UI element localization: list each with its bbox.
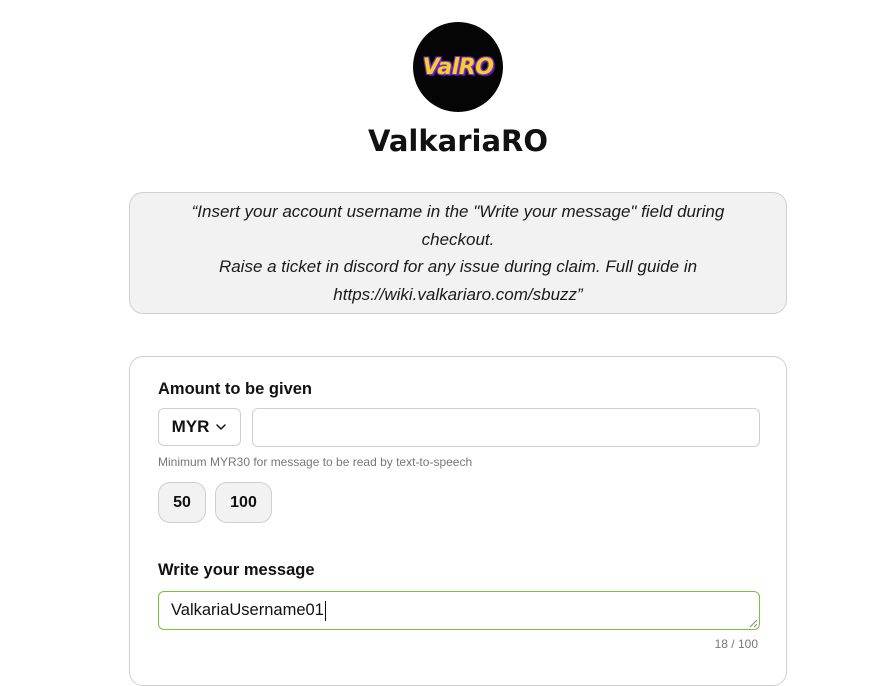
notice-text: “Insert your account username in the "Wr… bbox=[191, 202, 725, 304]
resize-grip-icon[interactable] bbox=[749, 619, 758, 628]
message-char-counter: 18 / 100 bbox=[714, 637, 758, 651]
preset-amount-100[interactable]: 100 bbox=[215, 482, 272, 523]
page-title: ValkariaRO bbox=[367, 124, 549, 158]
text-caret bbox=[324, 600, 326, 621]
preset-amount-50[interactable]: 50 bbox=[158, 482, 206, 523]
amount-input[interactable] bbox=[252, 408, 760, 447]
message-textarea[interactable]: ValkariaUsername01 bbox=[158, 591, 760, 630]
currency-value: MYR bbox=[171, 417, 210, 436]
message-value: ValkariaUsername01 bbox=[171, 601, 324, 619]
amount-hint: Minimum MYR30 for message to be read by … bbox=[158, 455, 473, 469]
donation-form: Amount to be given MYR Minimum MYR30 for… bbox=[129, 356, 787, 686]
notice-box: “Insert your account username in the "Wr… bbox=[129, 192, 787, 314]
brand-logo: ValRO bbox=[413, 22, 503, 112]
amount-label: Amount to be given bbox=[158, 380, 312, 398]
chevron-down-icon bbox=[216, 424, 227, 430]
currency-select[interactable]: MYR bbox=[158, 408, 241, 446]
message-label: Write your message bbox=[158, 561, 315, 579]
logo-text: ValRO bbox=[422, 54, 494, 80]
